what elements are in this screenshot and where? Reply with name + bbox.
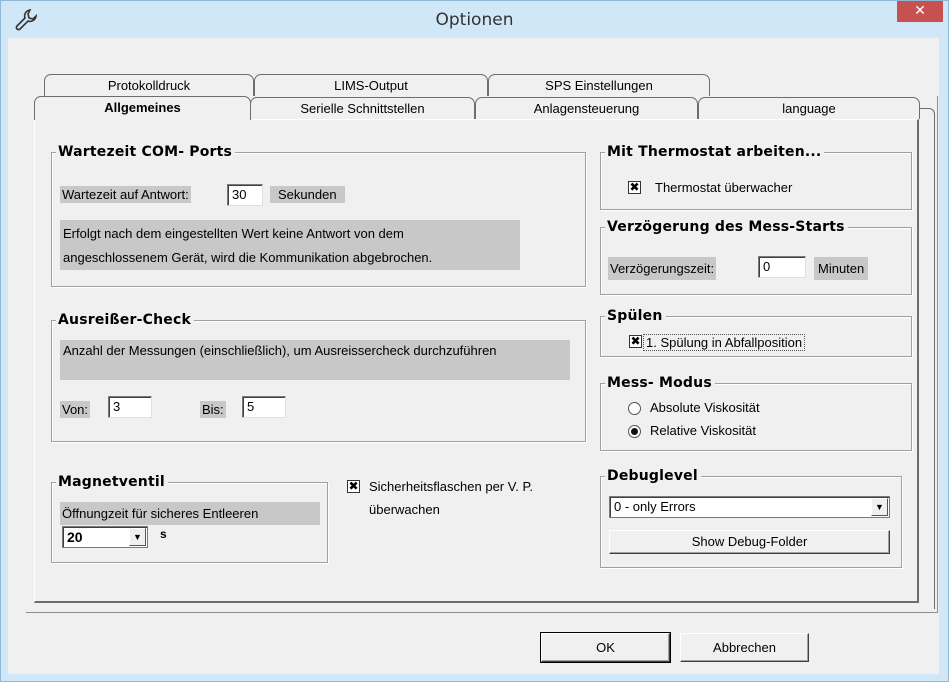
thermostat-checkbox[interactable]: ✖: [628, 181, 641, 194]
to-input[interactable]: 5: [242, 396, 286, 418]
mode-group: Mess- Modus: [600, 375, 912, 451]
title-bar[interactable]: Optionen ✕: [1, 1, 948, 39]
thermostat-title: Mit Thermostat arbeiten...: [605, 144, 825, 160]
debug-level-select[interactable]: 0 - only Errors ▼: [609, 496, 890, 518]
tab-sps-einstellungen[interactable]: SPS Einstellungen: [488, 74, 710, 96]
tab-serielle-schnittstellen[interactable]: Serielle Schnittstellen: [250, 97, 475, 119]
com-desc-line2: angeschlossenem Gerät, wird die Kommunik…: [63, 250, 433, 265]
from-input[interactable]: 3: [108, 396, 152, 418]
from-label: Von:: [60, 401, 91, 418]
outlier-description: Anzahl der Messungen (einschließlich), u…: [63, 343, 497, 358]
rinse-checkbox[interactable]: ✖: [629, 335, 642, 348]
delay-input[interactable]: 0: [758, 256, 806, 278]
safety-label-line2: überwachen: [369, 502, 440, 517]
radio-absolute-label: Absolute Viskosität: [650, 400, 760, 415]
tab-frame-shadow: [918, 108, 935, 609]
tab-protokolldruck[interactable]: Protokolldruck: [44, 74, 254, 96]
safety-label-line1: Sicherheitsflaschen per V. P.: [369, 479, 534, 494]
wait-unit-label: Sekunden: [270, 186, 345, 203]
debug-title: Debuglevel: [605, 468, 701, 484]
show-debug-folder-button[interactable]: Show Debug-Folder: [609, 530, 890, 554]
wait-label: Wartezeit auf Antwort:: [60, 186, 191, 203]
outlier-group: Ausreißer-Check: [51, 312, 586, 442]
tab-language[interactable]: language: [698, 97, 920, 119]
safety-checkbox[interactable]: ✖: [347, 480, 360, 493]
wait-input[interactable]: 30: [227, 184, 263, 206]
delay-title: Verzögerung des Mess-Starts: [605, 219, 848, 235]
delay-label: Verzögerungszeit:: [608, 257, 717, 280]
com-ports-description: Erfolgt nach dem eingestellten Wert kein…: [60, 220, 520, 270]
close-button[interactable]: ✕: [897, 1, 943, 22]
thermostat-label: Thermostat überwacher: [655, 180, 793, 195]
rinse-title: Spülen: [605, 308, 666, 324]
rinse-label: 1. Spülung in Abfallposition: [643, 334, 806, 351]
valve-time-select[interactable]: 20 ▼: [62, 526, 148, 548]
valve-description: Öffnungzeit für sicheres Entleeren: [60, 502, 320, 525]
radio-relative[interactable]: [628, 425, 641, 438]
com-desc-line1: Erfolgt nach dem eingestellten Wert kein…: [63, 226, 404, 241]
cancel-button[interactable]: Abbrechen: [680, 633, 809, 662]
mode-title: Mess- Modus: [605, 375, 715, 391]
debug-level-value: 0 - only Errors: [614, 499, 696, 514]
tab-allgemeines[interactable]: Allgemeines: [34, 96, 251, 120]
chevron-down-icon[interactable]: ▼: [871, 498, 888, 516]
tab-anlagensteuerung[interactable]: Anlagensteuerung: [475, 97, 698, 119]
valve-title: Magnetventil: [56, 474, 168, 490]
debug-group: Debuglevel: [600, 468, 902, 568]
chevron-down-icon[interactable]: ▼: [129, 528, 146, 546]
outlier-title: Ausreißer-Check: [56, 312, 194, 328]
outlier-description-box: Anzahl der Messungen (einschließlich), u…: [60, 340, 570, 380]
to-label: Bis:: [200, 401, 226, 418]
tab-lims-output[interactable]: LIMS-Output: [254, 74, 488, 96]
window-title: Optionen: [435, 10, 514, 30]
valve-unit: s: [160, 527, 167, 541]
radio-relative-label: Relative Viskosität: [650, 423, 756, 438]
delay-unit: Minuten: [814, 257, 869, 280]
radio-absolute[interactable]: [628, 402, 641, 415]
valve-time-value: 20: [67, 529, 83, 545]
com-ports-title: Wartezeit COM- Ports: [56, 144, 236, 160]
ok-button[interactable]: OK: [540, 632, 671, 663]
